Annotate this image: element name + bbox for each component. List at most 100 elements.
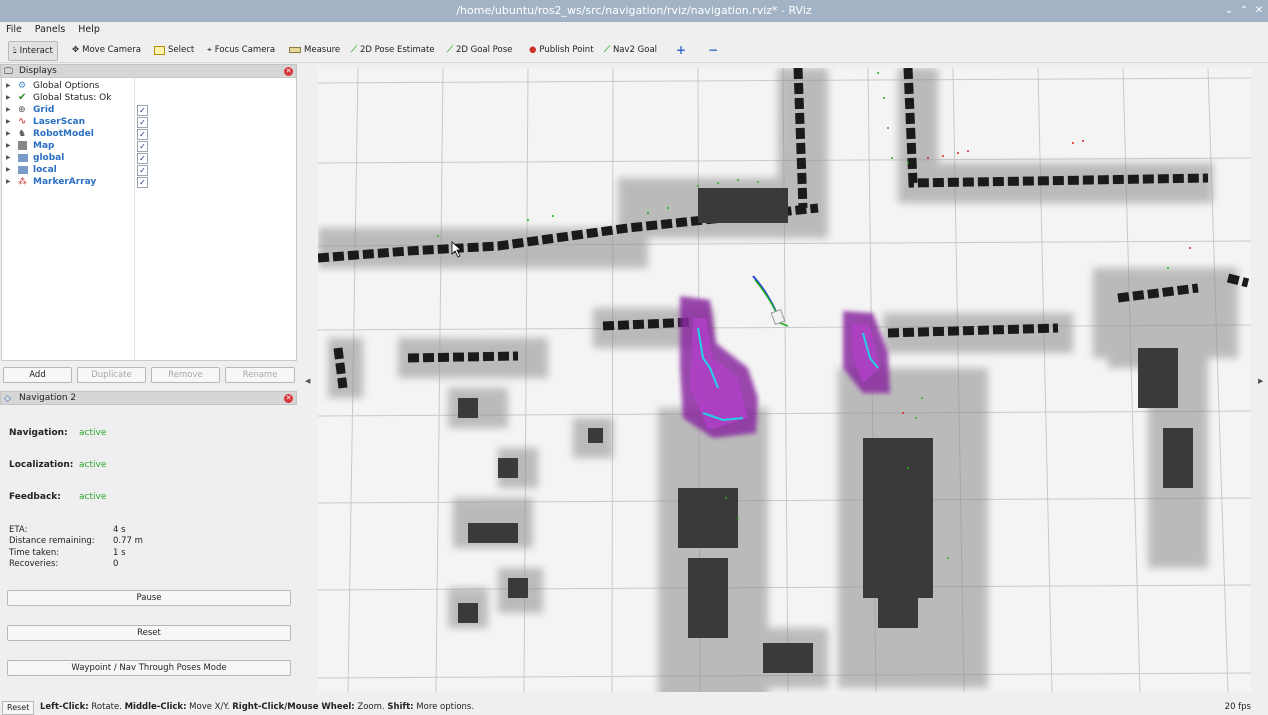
- map-canvas[interactable]: [318, 68, 1251, 692]
- display-item-label: Grid: [33, 105, 55, 115]
- select-icon: [154, 45, 165, 55]
- display-enabled-checkbox[interactable]: ✓: [137, 129, 148, 140]
- diamond-icon: ◇: [4, 394, 11, 404]
- close-icon[interactable]: ✕: [284, 67, 293, 76]
- display-item-label: Global Status: Ok: [33, 93, 112, 103]
- reset-nav-button[interactable]: Reset: [7, 625, 291, 641]
- remove-tool-icon[interactable]: −: [704, 41, 722, 59]
- display-item-local[interactable]: ▶ local ✓: [2, 164, 296, 176]
- expand-arrow-icon[interactable]: ▶: [6, 128, 11, 140]
- window-titlebar: /home/ubuntu/ros2_ws/src/navigation/rviz…: [0, 0, 1268, 22]
- collapse-right-icon[interactable]: ▶: [1258, 377, 1263, 385]
- close-window-icon[interactable]: ✕: [1252, 0, 1266, 22]
- display-item-global[interactable]: ▶ global ✓: [2, 152, 296, 164]
- robot-icon: ♞: [18, 129, 27, 139]
- tool-interact-label: Interact: [19, 46, 53, 56]
- tools-toolbar: 👆︎ Interact ✥ Move Camera Select ⌖ Focus Ca…: [0, 38, 1268, 63]
- add-display-button[interactable]: Add: [3, 367, 72, 383]
- gear-icon: ⚙: [18, 81, 27, 91]
- tool-2d-pose-estimate[interactable]: ⟋ 2D Pose Estimate: [347, 41, 439, 59]
- localization-status: active: [79, 460, 107, 470]
- eta-label: ETA:: [9, 525, 28, 535]
- display-enabled-checkbox[interactable]: ✓: [137, 141, 148, 152]
- left-click-key: Left-Click:: [40, 702, 89, 712]
- feedback-label: Feedback:: [9, 492, 61, 502]
- tool-interact[interactable]: 👆︎ Interact: [8, 41, 58, 61]
- display-enabled-checkbox[interactable]: ✓: [137, 117, 148, 128]
- add-tool-icon[interactable]: +: [672, 41, 690, 59]
- shift-action: More options.: [413, 702, 475, 712]
- fps-counter: 20 fps: [1224, 702, 1251, 712]
- display-enabled-checkbox[interactable]: ✓: [137, 105, 148, 116]
- rename-display-button[interactable]: Rename: [225, 367, 295, 383]
- tool-select[interactable]: Select: [150, 41, 198, 59]
- time-taken-value: 1 s: [113, 548, 126, 558]
- ruler-icon: [289, 47, 301, 53]
- tool-measure-label: Measure: [304, 45, 341, 55]
- tool-2d-pose-estimate-label: 2D Pose Estimate: [359, 45, 435, 55]
- laser-scan-icon: ∿: [18, 116, 27, 127]
- close-icon[interactable]: ✕: [284, 394, 293, 403]
- navigation-label: Navigation:: [9, 428, 68, 438]
- mouse-hint: Left-Click: Rotate. Middle-Click: Move X…: [40, 700, 474, 715]
- nav2-title: Navigation 2: [19, 393, 77, 403]
- tool-2d-goal-pose[interactable]: ⟋ 2D Goal Pose: [443, 41, 516, 59]
- nav2-panel-header: ◇ Navigation 2 ✕: [0, 391, 297, 405]
- display-enabled-checkbox[interactable]: ✓: [137, 165, 148, 176]
- display-enabled-checkbox[interactable]: ✓: [137, 177, 148, 188]
- display-item-label: Map: [33, 141, 55, 151]
- waypoint-mode-button[interactable]: Waypoint / Nav Through Poses Mode: [7, 660, 291, 676]
- expand-arrow-icon[interactable]: ▶: [6, 116, 11, 128]
- tool-measure[interactable]: Measure: [285, 41, 344, 59]
- window-title: /home/ubuntu/ros2_ws/src/navigation/rviz…: [456, 4, 812, 17]
- display-item-label: local: [33, 165, 57, 175]
- menu-file[interactable]: File: [0, 22, 26, 35]
- expand-arrow-icon[interactable]: ▶: [6, 80, 11, 92]
- left-click-action: Rotate.: [88, 702, 125, 712]
- tool-focus-camera-label: Focus Camera: [214, 45, 276, 55]
- display-item-markerarray[interactable]: ▶ ⁂ MarkerArray ✓: [2, 176, 296, 188]
- right-click-key: Right-Click/Mouse Wheel:: [232, 702, 355, 712]
- localization-label: Localization:: [9, 460, 74, 470]
- collapse-left-icon[interactable]: ◀: [305, 377, 310, 385]
- expand-arrow-icon[interactable]: ▶: [6, 152, 11, 164]
- expand-arrow-icon[interactable]: ▶: [6, 92, 11, 104]
- display-item-global-options[interactable]: ▶ ⚙ Global Options: [2, 80, 296, 92]
- display-enabled-checkbox[interactable]: ✓: [137, 153, 148, 164]
- tool-move-camera[interactable]: ✥ Move Camera: [68, 41, 145, 59]
- display-item-map[interactable]: ▶ Map ✓: [2, 140, 296, 152]
- duplicate-display-button[interactable]: Duplicate: [77, 367, 146, 383]
- display-item-robotmodel[interactable]: ▶ ♞ RobotModel ✓: [2, 128, 296, 140]
- expand-arrow-icon[interactable]: ▶: [6, 104, 11, 116]
- expand-arrow-icon[interactable]: ▶: [6, 176, 11, 188]
- tool-focus-camera[interactable]: ⌖ Focus Camera: [203, 41, 279, 59]
- reset-view-button[interactable]: Reset: [2, 701, 35, 715]
- pose-arrow-icon: ⟋: [351, 45, 357, 55]
- display-item-grid[interactable]: ▶ ⊕ Grid ✓: [2, 104, 296, 116]
- remove-display-button[interactable]: Remove: [151, 367, 220, 383]
- tool-publish-point[interactable]: ● Publish Point: [525, 41, 598, 59]
- expand-arrow-icon[interactable]: ▶: [6, 164, 11, 176]
- display-item-label: MarkerArray: [33, 177, 97, 187]
- display-item-label: Global Options: [33, 81, 100, 91]
- display-item-laserscan[interactable]: ▶ ∿ LaserScan ✓: [2, 116, 296, 128]
- menu-help[interactable]: Help: [72, 22, 104, 35]
- displays-tree: ▶ ⚙ Global Options ▶ ✔ Global Status: Ok…: [1, 77, 297, 361]
- displays-panel-header: 🖵︎ Displays ✕: [0, 64, 297, 78]
- recoveries-label: Recoveries:: [9, 559, 59, 569]
- feedback-status: active: [79, 492, 107, 502]
- distance-label: Distance remaining:: [9, 536, 95, 546]
- minimize-icon[interactable]: ⌄: [1222, 0, 1236, 22]
- 3d-render-view[interactable]: [318, 68, 1251, 692]
- grid-icon: ⊕: [18, 105, 26, 115]
- tool-nav2-goal[interactable]: ⟋ Nav2 Goal: [600, 41, 661, 59]
- goal-arrow-icon: ⟋: [447, 45, 453, 55]
- tool-move-camera-label: Move Camera: [82, 45, 141, 55]
- display-item-global-status[interactable]: ▶ ✔ Global Status: Ok: [2, 92, 296, 104]
- distance-value: 0.77 m: [113, 536, 143, 546]
- folder-icon: [18, 166, 28, 174]
- expand-arrow-icon[interactable]: ▶: [6, 140, 11, 152]
- menu-panels[interactable]: Panels: [29, 22, 70, 35]
- pause-button[interactable]: Pause: [7, 590, 291, 606]
- maximize-icon[interactable]: ⌃: [1237, 0, 1251, 22]
